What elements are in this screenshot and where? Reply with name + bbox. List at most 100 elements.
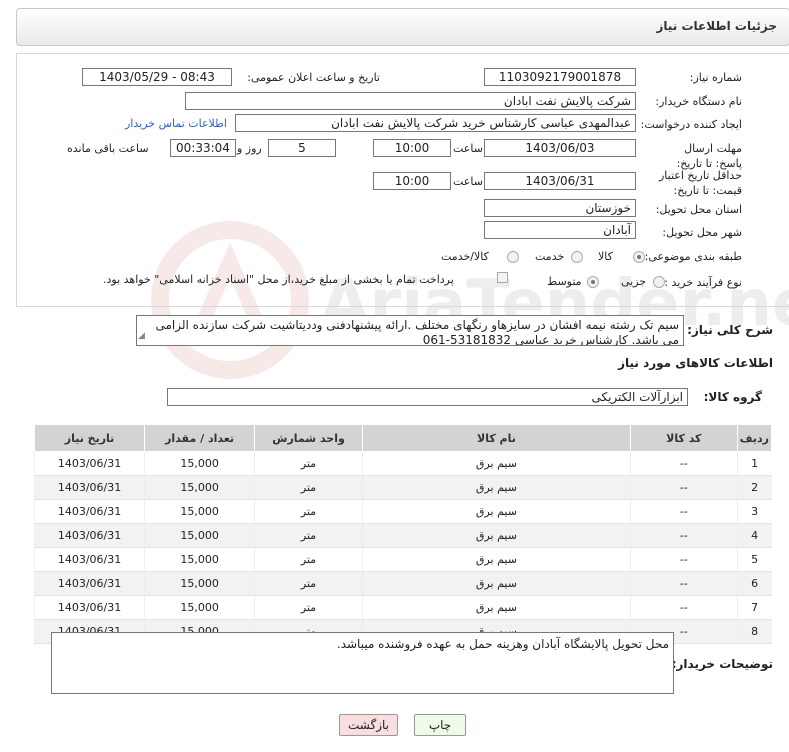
- min-price-time-field[interactable]: 10:00: [373, 172, 451, 190]
- category-radio-goods[interactable]: [633, 251, 645, 263]
- description-label: شرح کلی نیاز:: [687, 323, 773, 337]
- col-qty-header: تعداد / مقدار: [144, 424, 256, 452]
- contact-buyer-link[interactable]: اطلاعات تماس خریدار: [125, 117, 227, 130]
- purchase-radio-minor[interactable]: [653, 276, 665, 288]
- cell-unit: متر: [254, 595, 363, 620]
- col-unit-header: واحد شمارش: [254, 424, 364, 452]
- cell-need-date: 1403/06/31: [33, 571, 145, 596]
- cell-item-name: سیم برق: [362, 571, 631, 596]
- col-date-header: تاریخ نیاز: [33, 424, 146, 452]
- announce-label: تاریخ و ساعت اعلان عمومی:: [247, 71, 380, 84]
- header-panel: جزئیات اطلاعات نیاز: [16, 8, 789, 46]
- cell-unit: متر: [254, 475, 363, 500]
- category-radio-service[interactable]: [571, 251, 583, 263]
- cell-row-number: 2: [736, 475, 772, 500]
- deadline-label: مهلت ارسال پاسخ: تا تاریخ:: [676, 142, 742, 170]
- cell-need-date: 1403/06/31: [33, 595, 145, 620]
- col-row-header: ردیف: [736, 424, 773, 452]
- buyer-field[interactable]: شرکت پالایش نفت ابادان: [185, 92, 636, 110]
- days-field[interactable]: 5: [268, 139, 336, 157]
- buyer-notes-label: توضیحات خریدار:: [671, 657, 773, 671]
- cell-need-date: 1403/06/31: [33, 499, 145, 524]
- cell-item-code: --: [629, 571, 738, 596]
- cell-item-name: سیم برق: [362, 523, 631, 548]
- cell-quantity: 15,000: [144, 451, 255, 476]
- remaining-label: ساعت باقی مانده: [67, 142, 149, 155]
- min-price-label: حداقل تاریخ اعتبار قیمت: تا تاریخ:: [658, 169, 742, 197]
- announce-field[interactable]: 1403/05/29 - 08:43: [82, 68, 232, 86]
- deadline-date-field[interactable]: 1403/06/03: [484, 139, 636, 157]
- cell-unit: متر: [254, 523, 363, 548]
- min-price-time-label: ساعت: [453, 175, 483, 188]
- remaining-time-field[interactable]: 00:33:04: [170, 139, 236, 157]
- table-row: 4 -- سیم برق متر 15,000 1403/06/31: [33, 523, 772, 548]
- purchase-option-medium: متوسط: [547, 275, 582, 288]
- goods-group-label: گروه کالا:: [703, 390, 762, 404]
- back-button[interactable]: بازگشت: [339, 714, 398, 736]
- buyer-notes-box[interactable]: محل تحویل پالایشگاه آبادان وهزینه حمل به…: [51, 632, 674, 694]
- purchase-type-label: نوع فرآیند خرید :: [664, 276, 742, 289]
- description-textarea[interactable]: سیم تک رشته نیمه افشان در سایزهاو رنگهای…: [136, 315, 684, 346]
- cell-row-number: 8: [736, 619, 772, 644]
- creator-label: ایجاد کننده درخواست:: [640, 118, 742, 131]
- cell-unit: متر: [254, 499, 363, 524]
- deadline-time-field[interactable]: 10:00: [373, 139, 451, 157]
- treasury-payment-checkbox[interactable]: [497, 272, 508, 283]
- resize-grip-icon[interactable]: ◢: [138, 329, 145, 344]
- city-field[interactable]: آبادان: [484, 221, 636, 239]
- cell-item-code: --: [629, 475, 738, 500]
- cell-row-number: 4: [736, 523, 772, 548]
- cell-item-code: --: [629, 523, 738, 548]
- buyer-notes-text: محل تحویل پالایشگاه آبادان وهزینه حمل به…: [336, 637, 669, 651]
- deadline-time-label: ساعت: [453, 142, 483, 155]
- cell-row-number: 5: [736, 547, 772, 572]
- items-table-body: 1 -- سیم برق متر 15,000 1403/06/31 2 -- سیم برق م…: [33, 451, 772, 644]
- province-label: استان محل تحویل:: [655, 203, 742, 216]
- province-field[interactable]: خوزستان: [484, 199, 636, 217]
- category-option-goods: کالا: [598, 250, 613, 263]
- cell-item-name: سیم برق: [362, 475, 631, 500]
- city-label: شهر محل تحویل:: [662, 226, 742, 239]
- cell-row-number: 1: [736, 451, 772, 476]
- cell-item-name: سیم برق: [362, 595, 631, 620]
- category-radio-goods-service[interactable]: [507, 251, 519, 263]
- purchase-radio-medium[interactable]: [587, 276, 599, 288]
- cell-item-name: سیم برق: [362, 499, 631, 524]
- col-name-header: نام کالا: [362, 424, 631, 452]
- page-title: جزئیات اطلاعات نیاز: [656, 19, 777, 33]
- category-option-goods-service: کالا/خدمت: [441, 250, 489, 263]
- cell-need-date: 1403/06/31: [33, 547, 145, 572]
- cell-quantity: 15,000: [144, 571, 255, 596]
- print-button[interactable]: چاپ: [414, 714, 466, 736]
- table-row: 1 -- سیم برق متر 15,000 1403/06/31: [33, 451, 772, 476]
- cell-item-code: --: [629, 451, 738, 476]
- creator-field[interactable]: عبدالمهدی عباسی کارشناس خرید شرکت پالایش…: [235, 114, 636, 132]
- announce-value: 1403/05/29 - 08:43: [99, 70, 215, 84]
- cell-quantity: 15,000: [144, 595, 255, 620]
- min-price-date-field[interactable]: 1403/06/31: [484, 172, 636, 190]
- need-number-field[interactable]: 1103092179001878: [484, 68, 636, 86]
- description-text: سیم تک رشته نیمه افشان در سایزهاو رنگهای…: [155, 318, 679, 346]
- goods-section-title: اطلاعات کالاهای مورد نیاز: [618, 356, 773, 370]
- table-row: 7 -- سیم برق متر 15,000 1403/06/31: [33, 595, 772, 620]
- cell-need-date: 1403/06/31: [33, 475, 145, 500]
- cell-need-date: 1403/06/31: [33, 451, 145, 476]
- cell-quantity: 15,000: [144, 523, 255, 548]
- treasury-payment-note: پرداخت تمام یا بخشی از مبلغ خرید،از محل …: [103, 273, 454, 286]
- cell-unit: متر: [254, 547, 363, 572]
- cell-row-number: 7: [736, 595, 772, 620]
- table-row: 3 -- سیم برق متر 15,000 1403/06/31: [33, 499, 772, 524]
- purchase-option-minor: جزیی: [621, 275, 647, 288]
- cell-quantity: 15,000: [144, 547, 255, 572]
- cell-need-date: 1403/06/31: [33, 523, 145, 548]
- cell-item-code: --: [629, 595, 738, 620]
- table-row: 5 -- سیم برق متر 15,000 1403/06/31: [33, 547, 772, 572]
- table-row: 6 -- سیم برق متر 15,000 1403/06/31: [33, 571, 772, 596]
- cell-unit: متر: [254, 571, 363, 596]
- buyer-label: نام دستگاه خریدار:: [655, 95, 742, 108]
- category-option-service: خدمت: [535, 250, 565, 263]
- cell-item-code: --: [629, 547, 738, 572]
- goods-group-field[interactable]: ابزارآلات الکتریکی: [167, 388, 688, 406]
- col-code-header: کد کالا: [629, 424, 738, 452]
- cell-quantity: 15,000: [144, 499, 255, 524]
